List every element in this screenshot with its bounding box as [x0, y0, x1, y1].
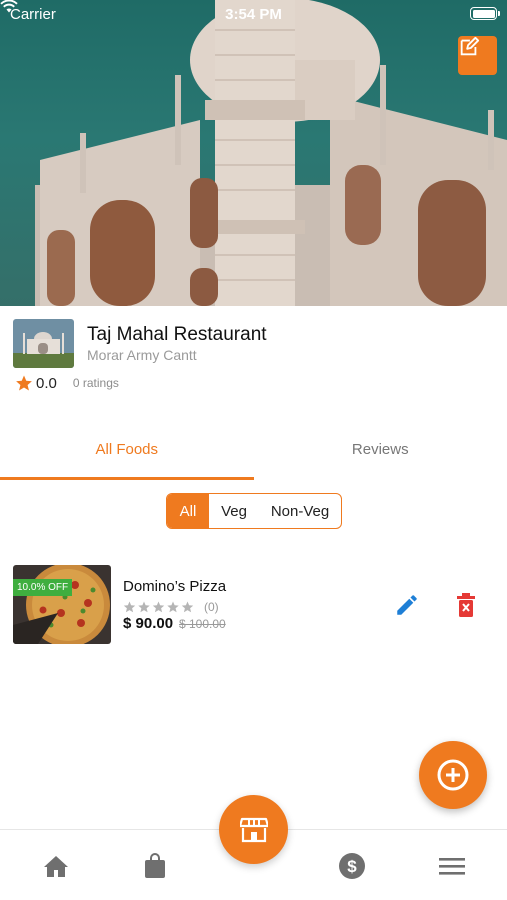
add-food-button[interactable]	[419, 741, 487, 809]
nav-earnings[interactable]: $	[338, 852, 366, 880]
nav-home[interactable]	[42, 852, 70, 880]
restaurant-rating: 0.0 0 ratings	[15, 374, 119, 392]
empty-stars-icon	[123, 601, 194, 612]
food-price: $ 90.00	[123, 615, 174, 632]
filter-veg[interactable]: Veg	[209, 494, 259, 528]
tab-all-foods[interactable]: All Foods	[0, 428, 254, 480]
bag-icon	[145, 853, 165, 878]
nav-menu[interactable]	[438, 852, 466, 880]
home-icon	[44, 856, 68, 877]
restaurant-info: Taj Mahal Restaurant Morar Army Cantt 0.…	[0, 306, 507, 406]
restaurant-thumbnail	[13, 319, 74, 368]
tab-reviews[interactable]: Reviews	[254, 428, 507, 480]
food-type-filter: All Veg Non-Veg	[166, 493, 342, 529]
edit-square-icon	[460, 36, 480, 56]
svg-text:$: $	[347, 857, 357, 876]
filter-all[interactable]: All	[167, 494, 209, 528]
filter-non-veg[interactable]: Non-Veg	[259, 494, 341, 528]
menu-icon	[439, 858, 465, 875]
add-circle-icon	[437, 759, 469, 791]
food-name: Domino’s Pizza	[123, 578, 227, 595]
food-original-price: $ 100.00	[179, 617, 226, 631]
ratings-count: 0 ratings	[72, 376, 119, 390]
active-tab-indicator	[0, 477, 254, 480]
delete-food-button[interactable]	[454, 592, 478, 618]
edit-restaurant-button[interactable]	[458, 36, 497, 75]
restaurant-address: Morar Army Cantt	[87, 347, 197, 363]
nav-orders[interactable]	[141, 852, 169, 880]
food-list-item[interactable]: 10.0% OFF Domino’s Pizza (0) $ 90.00 $ 1…	[13, 565, 494, 645]
food-image: 10.0% OFF	[13, 565, 111, 644]
edit-food-button[interactable]	[394, 592, 420, 618]
restaurant-tabs: All Foods Reviews	[0, 428, 507, 480]
store-icon	[239, 817, 268, 842]
restaurant-cover-image: Carrier 3:54 PM	[0, 0, 507, 306]
dollar-icon: $	[339, 853, 365, 879]
food-rating: (0)	[123, 600, 219, 614]
trash-icon	[457, 593, 475, 617]
rating-value: 0.0	[36, 374, 57, 392]
food-review-count: (0)	[204, 600, 219, 614]
battery-icon	[470, 7, 500, 20]
status-time: 3:54 PM	[225, 5, 282, 23]
discount-badge: 10.0% OFF	[13, 579, 73, 596]
taj-mahal-illustration	[35, 0, 507, 306]
status-bar: Carrier 3:54 PM	[0, 0, 507, 28]
pencil-icon	[397, 595, 417, 615]
restaurant-name: Taj Mahal Restaurant	[87, 324, 267, 345]
star-icon	[16, 375, 32, 391]
nav-store-button[interactable]	[219, 795, 288, 864]
